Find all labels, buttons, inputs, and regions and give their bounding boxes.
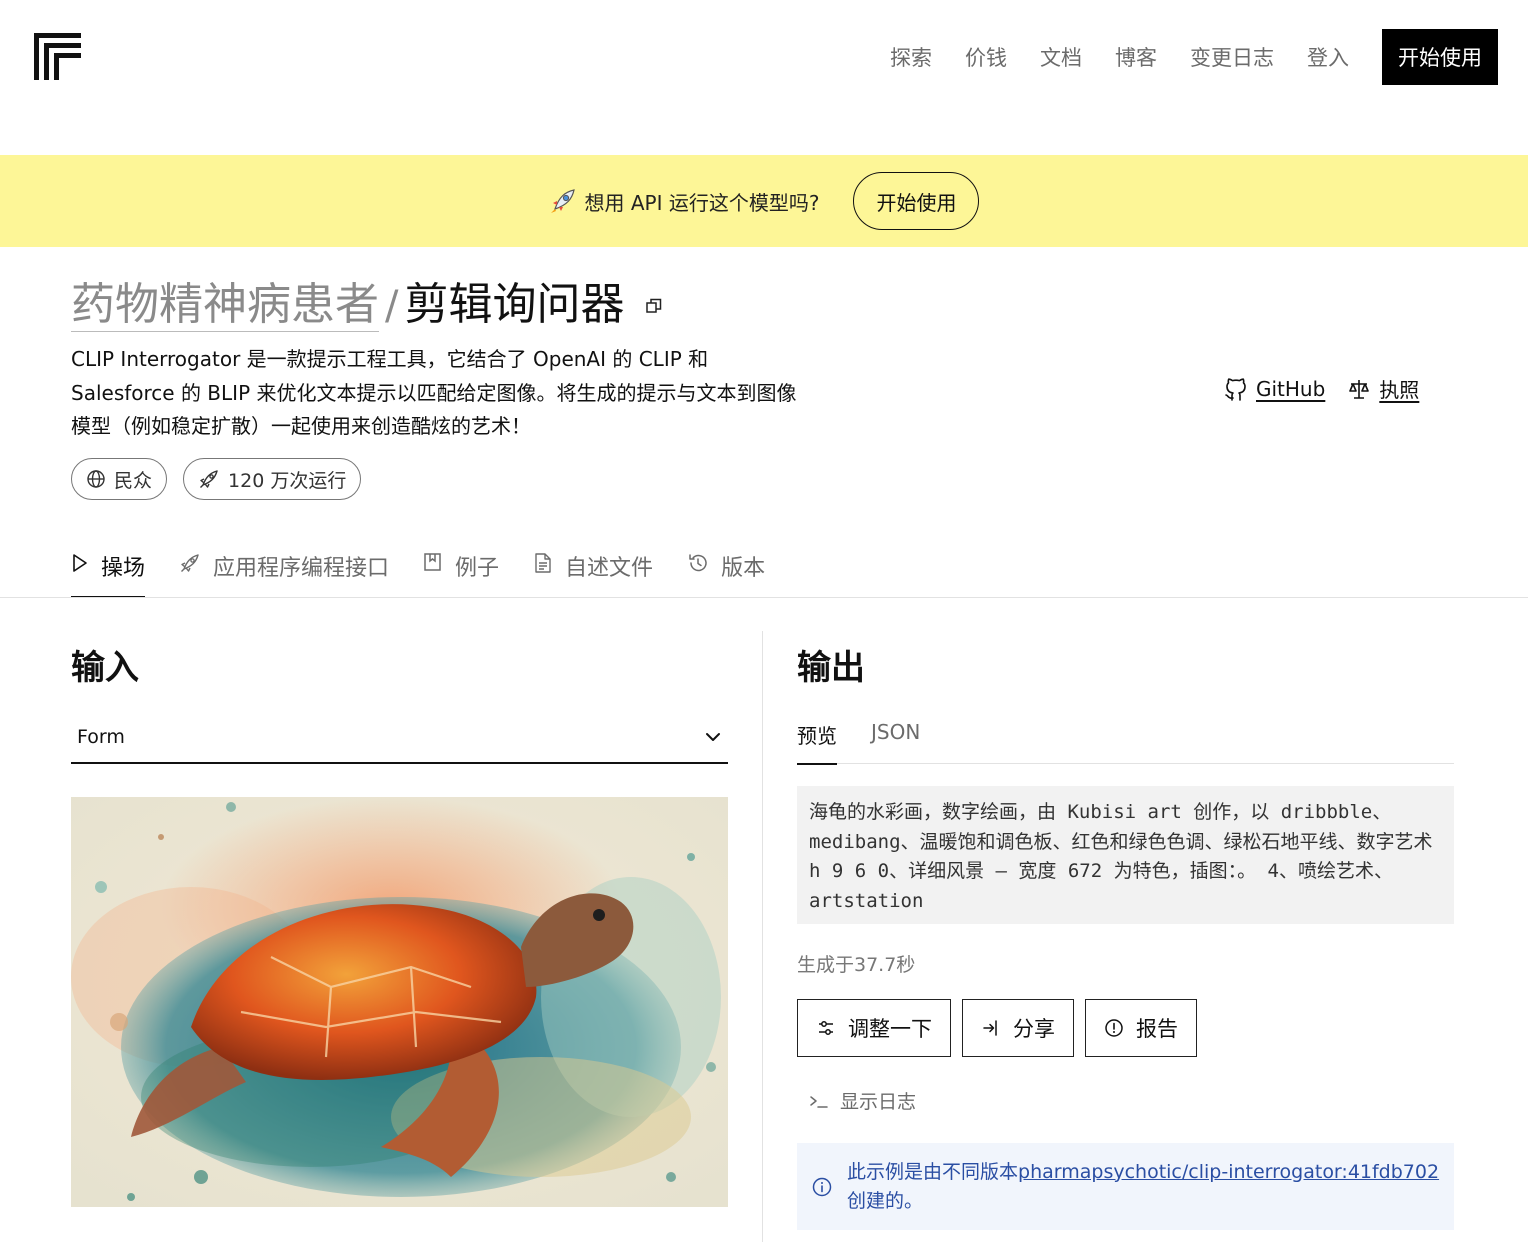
visibility-badge: 民众 xyxy=(71,458,168,500)
output-text: 海龟的水彩画，数字绘画，由 Kubisi art 创作，以 dribbble、m… xyxy=(797,786,1454,924)
history-icon xyxy=(689,554,707,572)
nav-blog[interactable]: 博客 xyxy=(1115,42,1157,72)
runs-badge: 120 万次运行 xyxy=(183,458,362,500)
tab-readme[interactable]: 自述文件 xyxy=(533,544,653,598)
play-icon xyxy=(73,554,87,572)
version-link[interactable]: pharmapsychotic/clip-interrogator:41fdb7… xyxy=(1018,1161,1439,1183)
info-prefix: 此示例是由不同版本 xyxy=(847,1160,1019,1183)
output-tabs: 预览 JSON xyxy=(797,712,1454,765)
model-tabs: 操场 应用程序编程接口 例子 自述文件 版本 xyxy=(71,544,799,598)
tabs-divider xyxy=(0,597,1528,598)
description-line: CLIP Interrogator 是一款提示工程工具，它结合了 OpenAI … xyxy=(71,347,709,371)
input-mode-select[interactable]: Form xyxy=(71,712,728,764)
copy-icon[interactable] xyxy=(646,298,662,314)
alert-circle-icon xyxy=(1105,1019,1123,1037)
tab-label: 应用程序编程接口 xyxy=(213,556,390,581)
top-nav: 探索 价钱 文档 博客 变更日志 登入 开始使用 xyxy=(890,29,1498,85)
nav-sign-in[interactable]: 登入 xyxy=(1307,42,1349,72)
tab-label: 例子 xyxy=(455,556,500,581)
globe-icon xyxy=(87,470,105,488)
github-icon xyxy=(1225,377,1246,401)
banner-get-started-button[interactable]: 开始使用 xyxy=(853,172,980,230)
terminal-icon xyxy=(810,1095,828,1108)
input-image xyxy=(71,797,728,1207)
rocket-icon xyxy=(200,470,218,488)
tab-playground[interactable]: 操场 xyxy=(71,544,146,598)
nav-changelog[interactable]: 变更日志 xyxy=(1190,42,1274,72)
get-started-button[interactable]: 开始使用 xyxy=(1382,29,1498,85)
version-info-callout: 此示例是由不同版本pharmapsychotic/clip-interrogat… xyxy=(797,1143,1454,1230)
column-divider xyxy=(762,631,763,1242)
replicate-logo-icon[interactable] xyxy=(34,33,81,80)
share-button[interactable]: 分享 xyxy=(962,999,1074,1057)
version-info-text: 此示例是由不同版本pharmapsychotic/clip-interrogat… xyxy=(847,1158,1439,1216)
show-logs-toggle[interactable]: 显示日志 xyxy=(808,1087,916,1114)
tab-preview[interactable]: 预览 xyxy=(797,712,837,765)
input-heading: 输入 xyxy=(71,648,139,688)
model-description: CLIP Interrogator 是一款提示工程工具，它结合了 OpenAI … xyxy=(71,343,891,444)
tab-api[interactable]: 应用程序编程接口 xyxy=(179,544,389,598)
model-owner-link[interactable]: 药物精神病患者 xyxy=(71,279,379,332)
output-actions: 调整一下 分享 报告 xyxy=(797,999,1208,1057)
runs-label: 120 万次运行 xyxy=(228,469,347,492)
share-icon xyxy=(983,1020,997,1036)
tab-label: 操场 xyxy=(101,556,146,581)
github-link[interactable]: GitHub xyxy=(1256,377,1325,401)
info-suffix: 创建的。 xyxy=(847,1189,924,1212)
nav-docs[interactable]: 文档 xyxy=(1040,42,1082,72)
model-title: 药物精神病患者 / 剪辑询问器 xyxy=(71,279,662,332)
rocket-emoji-icon xyxy=(550,189,575,213)
nav-explore[interactable]: 探索 xyxy=(890,42,932,72)
input-mode-value: Form xyxy=(77,726,125,748)
generation-time: 生成于37.7秒 xyxy=(797,954,916,976)
bookmark-icon xyxy=(424,553,441,571)
report-label: 报告 xyxy=(1136,1018,1178,1041)
share-label: 分享 xyxy=(1013,1018,1055,1041)
tab-label: 版本 xyxy=(721,556,766,581)
visibility-label: 民众 xyxy=(114,469,153,492)
chevron-down-icon xyxy=(706,733,720,741)
tweak-button[interactable]: 调整一下 xyxy=(797,999,951,1057)
report-button[interactable]: 报告 xyxy=(1085,999,1197,1057)
tab-examples[interactable]: 例子 xyxy=(423,544,499,598)
banner-message: 想用 API 运行这个模型吗? xyxy=(549,187,820,216)
rocket-icon xyxy=(181,554,199,572)
model-badges: 民众 120 万次运行 xyxy=(71,458,377,500)
description-line: 模型（例如稳定扩散）一起使用来创造酷炫的艺术！ xyxy=(71,414,531,438)
api-banner: 想用 API 运行这个模型吗? 开始使用 xyxy=(0,155,1528,247)
output-heading: 输出 xyxy=(797,648,865,688)
tab-label: 自述文件 xyxy=(565,556,654,581)
title-separator: / xyxy=(385,283,399,329)
show-logs-label: 显示日志 xyxy=(840,1091,917,1113)
tweak-label: 调整一下 xyxy=(848,1018,932,1041)
license-link[interactable]: 执照 xyxy=(1379,374,1419,403)
scale-icon xyxy=(1349,379,1370,399)
description-line: Salesforce 的 BLIP 来优化文本提示以匹配给定图像。将生成的提示与… xyxy=(71,380,797,405)
tab-versions[interactable]: 版本 xyxy=(687,544,765,598)
model-links: GitHub 执照 xyxy=(1224,374,1419,403)
banner-text: 想用 API 运行这个模型吗? xyxy=(584,190,820,215)
info-icon xyxy=(812,1177,832,1196)
model-name: 剪辑询问器 xyxy=(404,279,625,330)
sliders-icon xyxy=(819,1021,833,1035)
nav-pricing[interactable]: 价钱 xyxy=(965,42,1007,72)
tab-json[interactable]: JSON xyxy=(871,712,920,764)
document-icon xyxy=(535,553,551,573)
